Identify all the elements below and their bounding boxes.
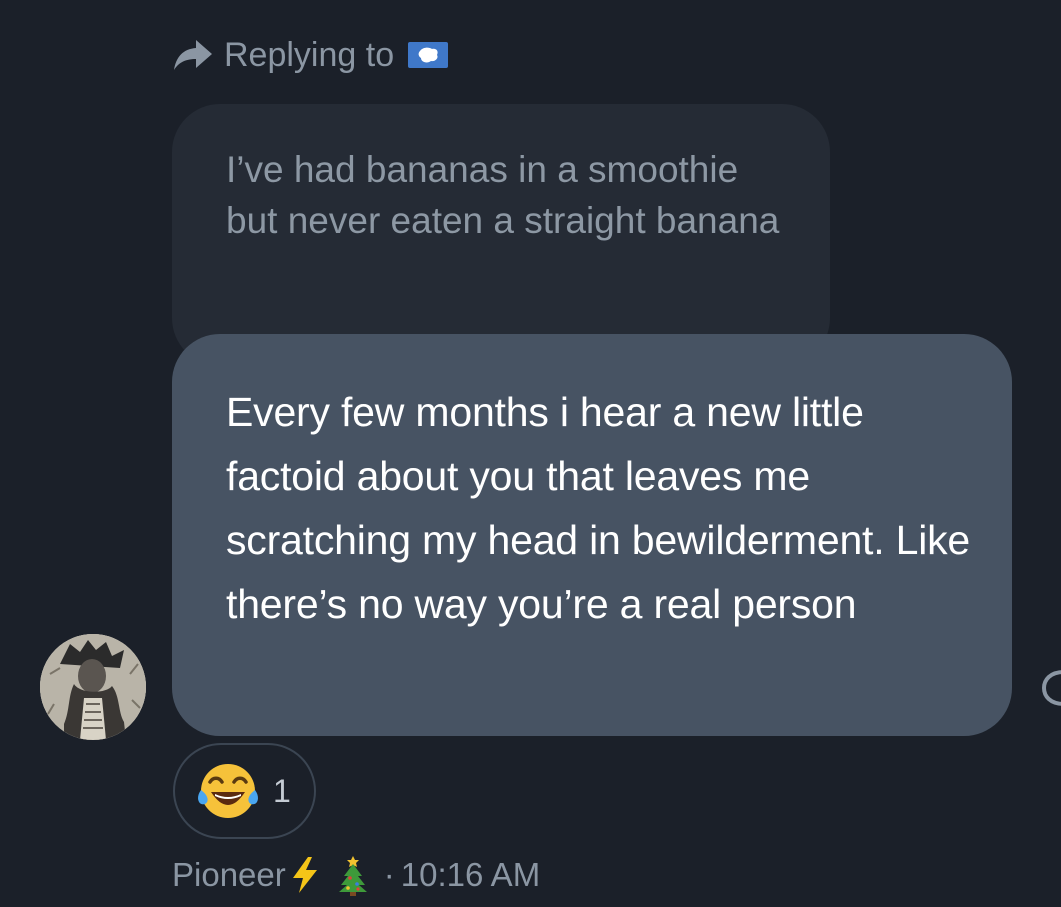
quoted-message-text: I’ve had bananas in a smoothie but never…	[226, 149, 780, 241]
reaction-pill[interactable]: 1	[173, 743, 316, 839]
reply-arrow-icon	[174, 40, 212, 70]
quoted-message-bubble[interactable]: I’ve had bananas in a smoothie but never…	[172, 104, 830, 366]
face-with-tears-of-joy-icon	[198, 764, 258, 818]
replying-to-header[interactable]: Replying to	[172, 32, 449, 78]
avatar[interactable]	[40, 634, 146, 740]
replying-to-label: Replying to	[224, 35, 395, 74]
sender-name[interactable]: Pioneer	[172, 856, 286, 894]
christmas-tree-icon	[338, 856, 367, 896]
message-meta: Pioneer · 10:16 AM	[172, 852, 540, 898]
message-bubble[interactable]: Every few months i hear a new little fac…	[172, 334, 1012, 736]
reaction-count: 1	[273, 772, 291, 809]
partial-reply-icon[interactable]	[1036, 666, 1061, 710]
lightning-bolt-icon	[292, 857, 317, 893]
antarctica-flag-icon	[408, 42, 449, 68]
message-text: Every few months i hear a new little fac…	[226, 389, 971, 627]
message-time: 10:16 AM	[400, 856, 541, 893]
meta-separator: ·	[383, 856, 395, 893]
avatar-portrait-image	[40, 634, 146, 740]
